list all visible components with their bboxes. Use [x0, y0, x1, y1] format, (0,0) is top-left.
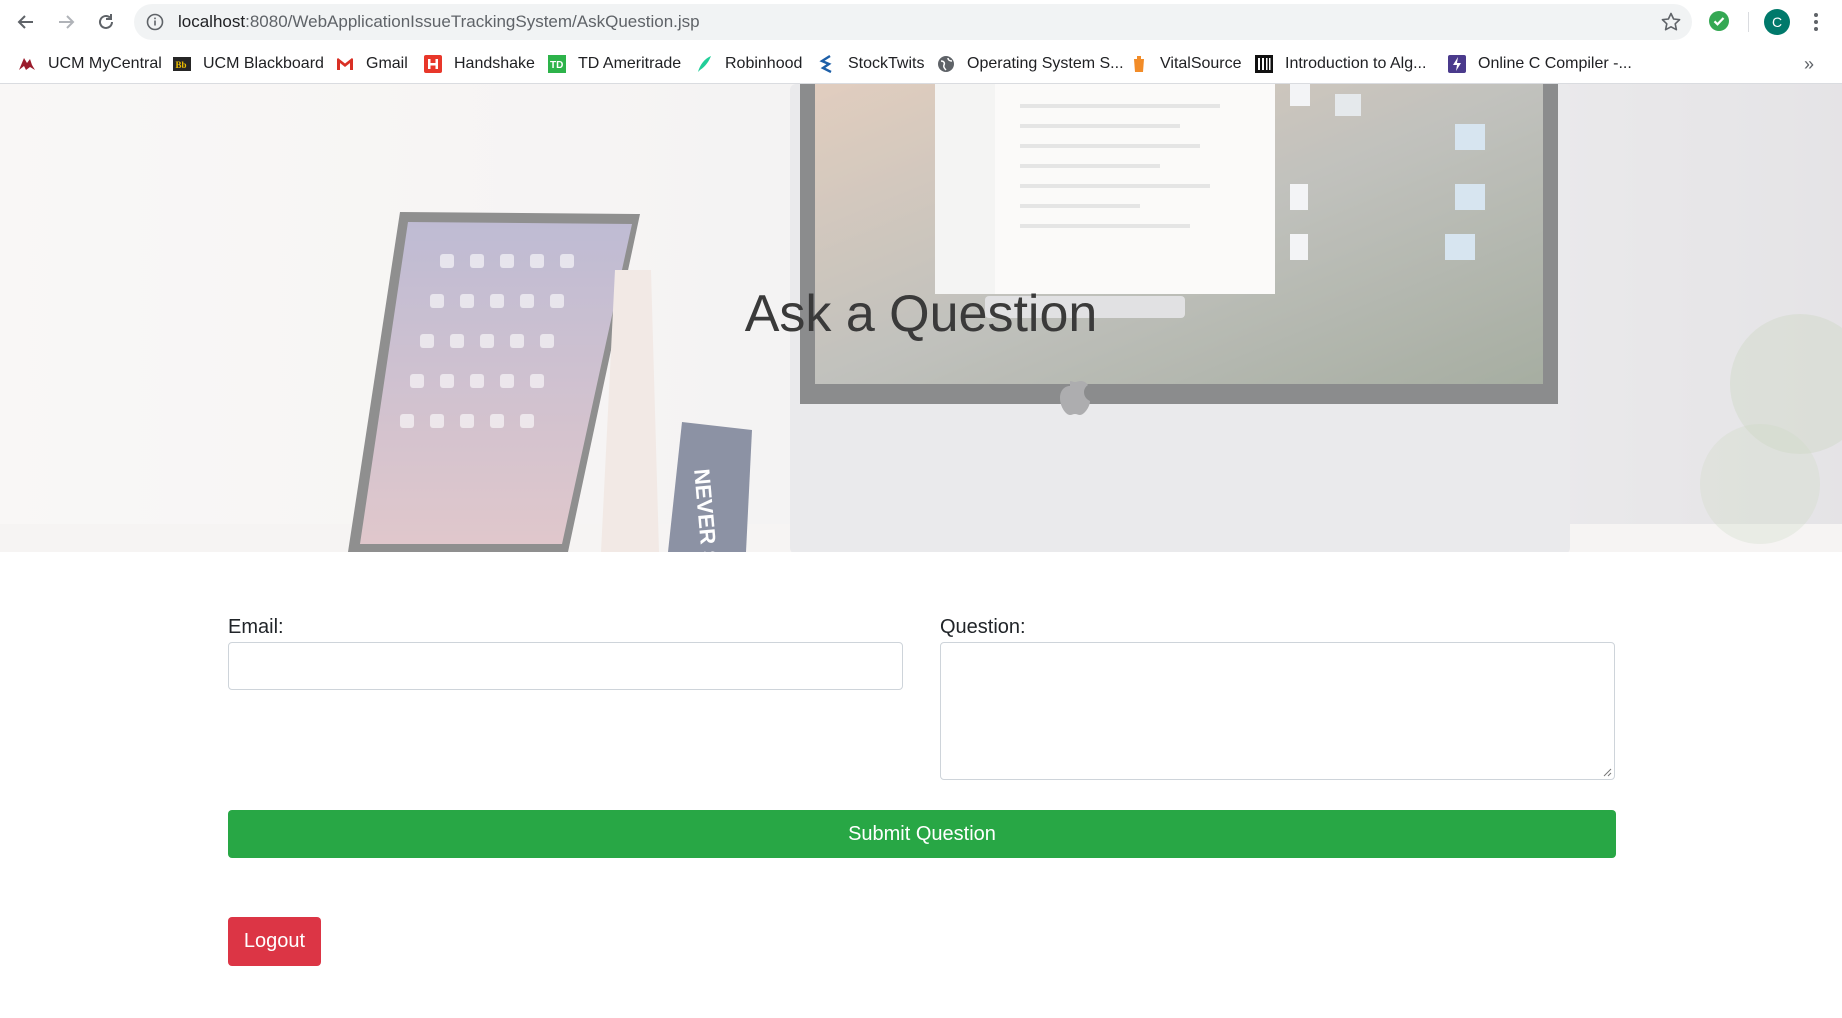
bookmark-label: Introduction to Alg...: [1285, 55, 1427, 72]
td-ameritrade-icon: TD: [548, 55, 566, 73]
algorithms-icon: [1255, 55, 1273, 73]
question-field[interactable]: [940, 642, 1615, 780]
bookmark-label: Handshake: [454, 55, 535, 72]
question-label: Question:: [940, 616, 1026, 638]
stocktwits-icon: [818, 54, 836, 74]
bookmark-label: Online C Compiler -...: [1478, 55, 1632, 72]
bookmark-handshake[interactable]: Handshake: [424, 53, 535, 75]
address-bar[interactable]: localhost:8080/WebApplicationIssueTracki…: [134, 4, 1692, 40]
bookmark-vitalsource[interactable]: VitalSource: [1130, 53, 1242, 75]
submit-question-label: Submit Question: [848, 822, 996, 845]
bookmark-online-c-compiler[interactable]: Online C Compiler -...: [1448, 53, 1632, 75]
back-arrow-icon[interactable]: [12, 8, 40, 36]
bookmark-gmail[interactable]: Gmail: [336, 53, 408, 75]
site-info-icon[interactable]: [146, 13, 164, 31]
email-label: Email:: [228, 616, 284, 638]
browser-menu-icon[interactable]: [1806, 10, 1826, 34]
resize-grip-icon[interactable]: [1602, 767, 1612, 777]
logout-label: Logout: [243, 930, 306, 952]
toolbar-divider: [1748, 12, 1749, 32]
url-host: localhost: [178, 12, 246, 31]
bookmark-label: StockTwits: [848, 55, 925, 72]
svg-text:TD: TD: [550, 60, 563, 71]
bookmark-robinhood[interactable]: Robinhood: [695, 53, 802, 75]
url-text: localhost:8080/WebApplicationIssueTracki…: [178, 13, 700, 31]
gmail-icon: [336, 55, 354, 73]
email-field[interactable]: [228, 642, 903, 690]
bookmark-label: UCM Blackboard: [203, 55, 324, 72]
bookmark-operating-system[interactable]: Operating System S...: [937, 53, 1124, 75]
compiler-bolt-icon: [1448, 55, 1466, 73]
bookmark-ucm-blackboard[interactable]: Bb UCM Blackboard: [173, 53, 324, 75]
bookmark-label: VitalSource: [1160, 55, 1242, 72]
vitalsource-icon: [1130, 55, 1148, 73]
bookmarks-overflow-chevron[interactable]: »: [1804, 54, 1814, 75]
blackboard-icon: Bb: [173, 55, 191, 73]
bookmark-label: UCM MyCentral: [48, 55, 162, 72]
bookmark-ucm-mycentral[interactable]: UCM MyCentral: [18, 53, 162, 75]
globe-icon: [937, 55, 955, 73]
browser-toolbar: localhost:8080/WebApplicationIssueTracki…: [0, 0, 1842, 44]
reload-icon[interactable]: [92, 8, 120, 36]
bookmark-label: TD Ameritrade: [578, 55, 682, 72]
bookmark-td-ameritrade[interactable]: TD TD Ameritrade: [548, 53, 681, 75]
page-title: Ask a Question: [744, 285, 1098, 343]
email-input[interactable]: [229, 643, 902, 689]
robinhood-feather-icon: [695, 55, 713, 73]
question-textarea[interactable]: [941, 643, 1614, 779]
logout-button[interactable]: Logout: [228, 917, 321, 966]
bookmark-introduction-to-algorithms[interactable]: Introduction to Alg...: [1255, 53, 1426, 75]
bookmark-label: Operating System S...: [967, 55, 1124, 72]
bookmarks-bar: UCM MyCentral Bb UCM Blackboard Gmail Ha…: [0, 44, 1842, 84]
bookmark-stocktwits[interactable]: StockTwits: [818, 53, 924, 75]
handshake-icon: [424, 55, 442, 73]
avatar-letter: C: [1771, 14, 1783, 30]
bookmark-label: Gmail: [366, 55, 408, 72]
ucm-bobcat-icon: [18, 55, 36, 73]
url-path: :8080/WebApplicationIssueTrackingSystem/…: [245, 12, 700, 31]
extension-check-icon[interactable]: [1708, 10, 1730, 32]
bookmark-label: Robinhood: [725, 55, 803, 72]
forward-arrow-icon[interactable]: [52, 8, 80, 36]
profile-avatar[interactable]: C: [1764, 9, 1790, 35]
hero-banner: NEVER SETTLE Ask a Question: [0, 84, 1842, 552]
submit-question-button[interactable]: Submit Question: [228, 810, 1616, 858]
bookmark-star-icon[interactable]: [1660, 11, 1682, 33]
svg-text:Bb: Bb: [176, 60, 187, 70]
